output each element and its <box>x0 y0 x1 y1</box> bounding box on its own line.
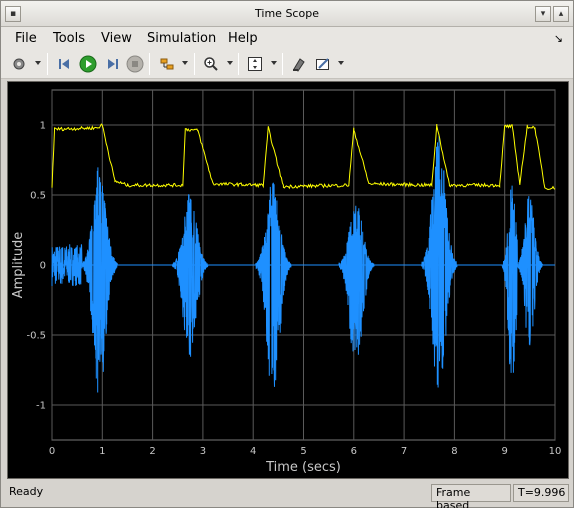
title-bar: Time Scope ▪ ▾ ▴ <box>1 1 573 27</box>
scale-dropdown-icon[interactable] <box>271 61 277 65</box>
x-tick-label: 10 <box>549 446 562 457</box>
signal-dropdown-icon[interactable] <box>182 61 188 65</box>
y-tick-label: -1 <box>36 401 46 412</box>
window-title: Time Scope <box>255 7 319 20</box>
menu-view[interactable]: View <box>101 31 132 46</box>
menu-tools[interactable]: Tools <box>53 31 85 46</box>
x-tick-label: 0 <box>49 446 55 457</box>
gear-dropdown-icon[interactable] <box>35 61 41 65</box>
window-menu-icon[interactable]: ▪ <box>5 6 21 22</box>
menu-file[interactable]: File <box>15 31 37 46</box>
toolbar <box>1 49 573 79</box>
x-tick-label: 1 <box>99 446 105 457</box>
zoom-dropdown-icon[interactable] <box>227 61 233 65</box>
separator <box>149 53 150 75</box>
style-dropdown-icon[interactable] <box>338 61 344 65</box>
minimize-icon[interactable]: ▾ <box>535 6 551 22</box>
style-icon[interactable] <box>313 54 333 74</box>
frame-mode-status: Frame based <box>431 484 511 508</box>
x-tick-label: 2 <box>149 446 155 457</box>
menu-help[interactable]: Help <box>228 31 258 46</box>
status-bar: Ready Frame based T=9.996 <box>1 481 573 508</box>
separator <box>282 53 283 75</box>
gear-icon[interactable] <box>9 54 29 74</box>
stop-icon[interactable] <box>125 54 145 74</box>
x-tick-label: 7 <box>401 446 407 457</box>
x-tick-label: 4 <box>250 446 256 457</box>
y-tick-label: 1 <box>40 121 46 132</box>
x-tick-label: 8 <box>451 446 457 457</box>
time-status: T=9.996 <box>513 484 569 502</box>
x-tick-label: 5 <box>300 446 306 457</box>
separator <box>194 53 195 75</box>
scope-display[interactable]: 0 1 2 3 4 5 6 7 8 9 10 1 0.5 0 -0.5 -1 Time (secs) Amplit… <box>7 81 569 479</box>
x-tick-label: 6 <box>351 446 357 457</box>
y-tick-label: -0.5 <box>26 331 46 342</box>
time-scope-window: Time Scope ▪ ▾ ▴ File Tools View Simulat… <box>0 0 574 508</box>
status-text: Ready <box>9 485 44 498</box>
scale-axes-icon[interactable] <box>245 54 265 74</box>
highlight-icon[interactable] <box>289 54 309 74</box>
x-tick-label: 3 <box>200 446 206 457</box>
separator <box>238 53 239 75</box>
menu-simulation[interactable]: Simulation <box>147 31 216 46</box>
y-tick-label: 0.5 <box>30 191 46 202</box>
time-scope-plot[interactable]: 0 1 2 3 4 5 6 7 8 9 10 1 0.5 0 -0.5 -1 Time (secs) Amplit… <box>8 82 568 478</box>
undock-icon[interactable]: ↘ <box>554 32 563 45</box>
signal-select-icon[interactable] <box>157 54 177 74</box>
separator <box>47 53 48 75</box>
step-forward-icon[interactable] <box>102 54 122 74</box>
maximize-icon[interactable]: ▴ <box>553 6 569 22</box>
menu-bar: File Tools View Simulation Help ↘ <box>1 27 573 49</box>
zoom-icon[interactable] <box>201 54 221 74</box>
step-back-icon[interactable] <box>55 54 75 74</box>
y-tick-label: 0 <box>40 261 46 272</box>
x-axis-label: Time (secs) <box>265 460 341 475</box>
run-icon[interactable] <box>78 54 98 74</box>
y-axis-label: Amplitude <box>11 232 26 299</box>
x-tick-label: 9 <box>502 446 508 457</box>
